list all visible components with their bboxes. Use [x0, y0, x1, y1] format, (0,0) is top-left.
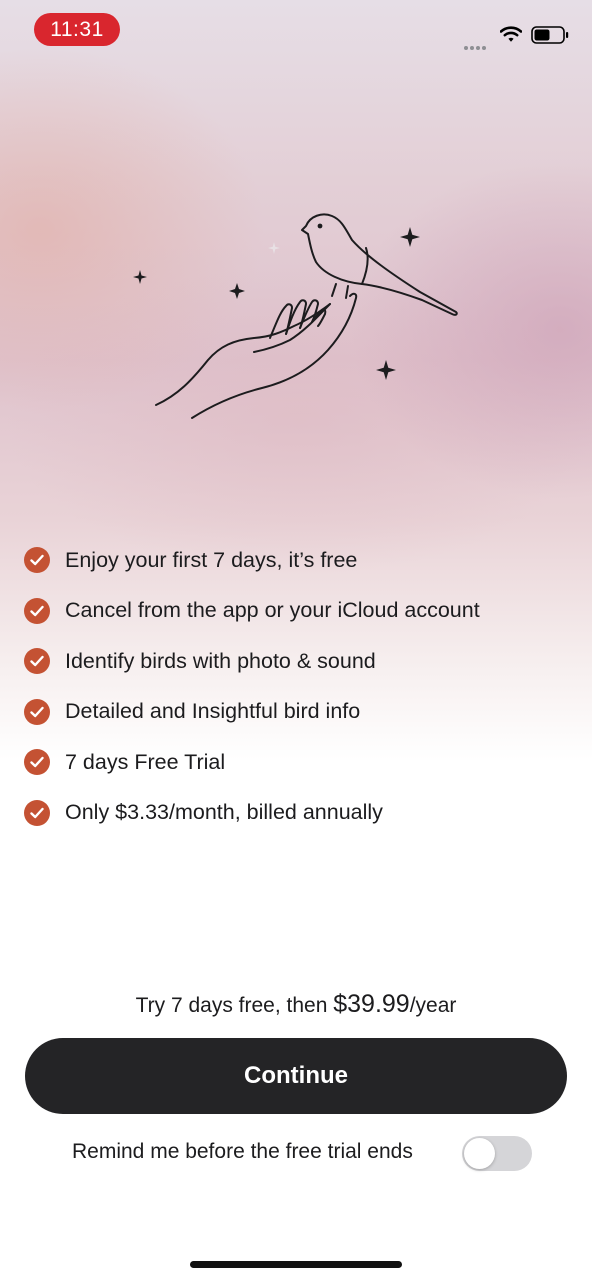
feature-item: Enjoy your first 7 days, it’s free	[24, 535, 584, 586]
feature-item: Identify birds with photo & sound	[24, 636, 584, 687]
checkmark-icon	[24, 648, 50, 675]
feature-item: Only $3.33/month, billed annually	[24, 788, 584, 839]
reminder-label: Remind me before the free trial ends	[72, 1140, 413, 1163]
feature-text: Identify birds with photo & sound	[65, 648, 376, 673]
feature-list: Enjoy your first 7 days, it’s free Cance…	[24, 535, 584, 838]
pricing-amount: $39.99	[333, 990, 410, 1018]
feature-item: Cancel from the app or your iCloud accou…	[24, 586, 584, 637]
toggle-knob	[464, 1138, 495, 1169]
checkmark-icon	[24, 698, 50, 725]
feature-text: Detailed and Insightful bird info	[65, 699, 361, 724]
checkmark-icon	[24, 799, 50, 826]
feature-text: Enjoy your first 7 days, it’s free	[65, 547, 358, 572]
feature-item: Detailed and Insightful bird info	[24, 687, 584, 738]
battery-icon	[531, 26, 569, 44]
home-indicator[interactable]	[190, 1261, 402, 1268]
wifi-icon	[500, 26, 522, 42]
pricing-summary: Try 7 days free, then $39.99/year	[0, 990, 592, 1019]
status-time[interactable]: 11:31	[34, 13, 120, 46]
continue-button[interactable]: Continue	[25, 1038, 567, 1114]
hand-holding-bird-icon	[133, 213, 458, 419]
checkmark-icon	[24, 547, 50, 574]
cellular-signal-icon	[464, 37, 492, 50]
feature-text: 7 days Free Trial	[65, 749, 226, 774]
pricing-suffix: /year	[409, 994, 457, 1017]
status-bar: 11:31	[0, 0, 592, 60]
feature-text: Cancel from the app or your iCloud accou…	[65, 598, 480, 623]
reminder-toggle[interactable]	[462, 1136, 532, 1171]
checkmark-icon	[24, 749, 50, 776]
pricing-prefix: Try 7 days free, then	[135, 994, 334, 1017]
feature-item: 7 days Free Trial	[24, 737, 584, 788]
feature-text: Only $3.33/month, billed annually	[65, 800, 383, 825]
checkmark-icon	[24, 597, 50, 624]
